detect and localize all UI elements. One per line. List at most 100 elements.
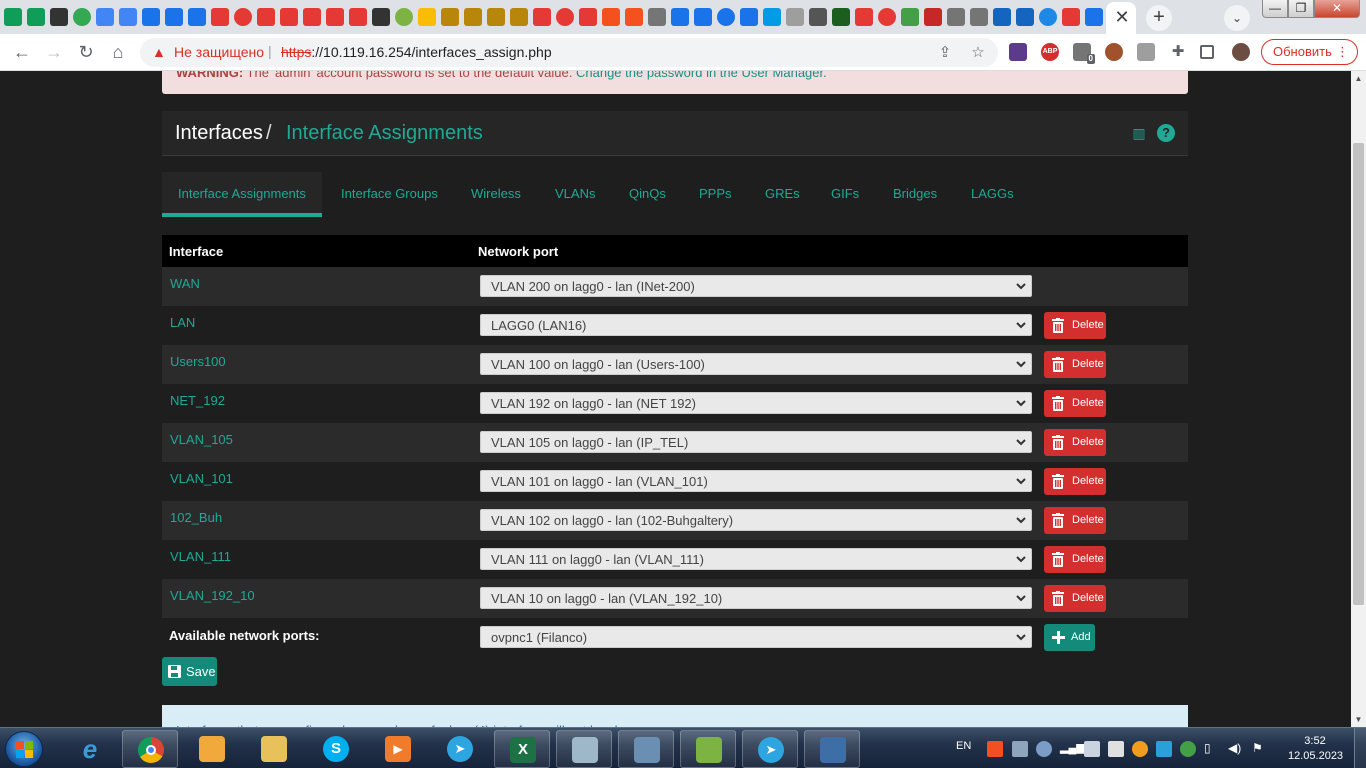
interface-link[interactable]: Users100 xyxy=(170,354,226,369)
start-button[interactable] xyxy=(5,731,43,767)
extension-icon-1[interactable] xyxy=(1009,43,1027,61)
insecure-label[interactable]: Не защищено xyxy=(174,44,264,60)
taskbar-network-tool[interactable] xyxy=(618,730,674,768)
tab-favicon-icon[interactable] xyxy=(878,8,896,26)
page-scrollbar[interactable]: ▲ ▼ xyxy=(1351,71,1366,727)
home-icon[interactable]: ⌂ xyxy=(106,40,130,64)
tab-favicon-icon[interactable] xyxy=(188,8,206,26)
tray-icon-globe[interactable] xyxy=(1036,741,1052,757)
tab-gifs[interactable]: GIFs xyxy=(831,172,859,217)
tab-favicon-icon[interactable] xyxy=(50,8,68,26)
taskbar-media-player[interactable]: ▶ xyxy=(370,730,426,768)
tab-favicon-icon[interactable] xyxy=(372,8,390,26)
tray-icon-network[interactable] xyxy=(1156,741,1172,757)
show-desktop-button[interactable] xyxy=(1354,728,1366,768)
tab-favicon-icon[interactable] xyxy=(786,8,804,26)
tab-favicon-icon[interactable] xyxy=(349,8,367,26)
signal-icon[interactable]: ▂▄▆ xyxy=(1060,741,1085,757)
tab-favicon-icon[interactable] xyxy=(809,8,827,26)
tab-favicon-icon[interactable] xyxy=(993,8,1011,26)
interface-link[interactable]: LAN xyxy=(170,315,195,330)
tray-icon-apps[interactable] xyxy=(987,741,1003,757)
taskbar-chrome[interactable] xyxy=(122,730,178,768)
tab-favicon-icon[interactable] xyxy=(441,8,459,26)
action-center-flag-icon[interactable]: ⚑ xyxy=(1252,741,1268,757)
tab-vlans[interactable]: VLANs xyxy=(555,172,595,217)
scroll-up-arrow-icon[interactable]: ▲ xyxy=(1351,71,1366,86)
network-port-select[interactable]: VLAN 100 on lagg0 - lan (Users-100) xyxy=(480,353,1032,375)
network-port-select[interactable]: VLAN 102 on lagg0 - lan (102-Buhgaltery) xyxy=(480,509,1032,531)
tab-qinqs[interactable]: QinQs xyxy=(629,172,666,217)
tab-favicon-icon[interactable] xyxy=(924,8,942,26)
interface-link[interactable]: VLAN_105 xyxy=(170,432,233,447)
extension-icon-5[interactable] xyxy=(1137,43,1155,61)
tab-favicon-icon[interactable] xyxy=(257,8,275,26)
tray-icon-search[interactable] xyxy=(1084,741,1100,757)
new-tab-button[interactable]: + xyxy=(1146,5,1172,31)
extension-icon-4[interactable] xyxy=(1105,43,1123,61)
taskbar-search-tool[interactable] xyxy=(556,730,612,768)
tab-favicon-icon[interactable] xyxy=(579,8,597,26)
tab-favicon-icon[interactable] xyxy=(1039,8,1057,26)
tab-favicon-icon[interactable] xyxy=(625,8,643,26)
network-port-select[interactable]: VLAN 111 on lagg0 - lan (VLAN_111) xyxy=(480,548,1032,570)
tab-favicon-icon[interactable] xyxy=(855,8,873,26)
forward-arrow-icon[interactable]: → xyxy=(42,40,66,64)
tab-favicon-icon[interactable] xyxy=(487,8,505,26)
adblock-plus-icon[interactable]: ABP xyxy=(1041,43,1059,61)
system-clock[interactable]: 3:52 12.05.2023 xyxy=(1288,734,1343,764)
tab-favicon-icon[interactable] xyxy=(395,8,413,26)
tab-laggs[interactable]: LAGGs xyxy=(971,172,1014,217)
tab-favicon-icon[interactable] xyxy=(4,8,22,26)
tab-favicon-icon[interactable] xyxy=(1062,8,1080,26)
scroll-thumb[interactable] xyxy=(1353,143,1364,605)
delete-button[interactable]: Delete xyxy=(1044,468,1106,495)
tab-close-icon[interactable]: ✕ xyxy=(1112,6,1132,28)
interface-link[interactable]: 102_Buh xyxy=(170,510,222,525)
interface-link[interactable]: NET_192 xyxy=(170,393,225,408)
tab-favicon-icon[interactable] xyxy=(211,8,229,26)
extensions-puzzle-icon[interactable]: ✚ xyxy=(1169,43,1187,61)
update-browser-button[interactable]: Обновить ⋮ xyxy=(1261,39,1358,65)
taskbar-telegram-window[interactable]: ➤ xyxy=(742,730,798,768)
tab-favicon-icon[interactable] xyxy=(27,8,45,26)
taskbar-vmware[interactable] xyxy=(680,730,736,768)
share-icon[interactable]: ⇪ xyxy=(935,43,955,63)
tab-favicon-icon[interactable] xyxy=(832,8,850,26)
tray-icon-orange[interactable] xyxy=(1132,741,1148,757)
tab-favicon-icon[interactable] xyxy=(1016,8,1034,26)
tab-favicon-icon[interactable] xyxy=(717,8,735,26)
interface-link[interactable]: WAN xyxy=(170,276,200,291)
taskbar-excel[interactable]: X xyxy=(494,730,550,768)
window-maximize-button[interactable]: ❐ xyxy=(1288,0,1314,18)
delete-button[interactable]: Delete xyxy=(1044,585,1106,612)
tab-interface-assignments[interactable]: Interface Assignments xyxy=(162,172,322,217)
tab-favicon-icon[interactable] xyxy=(303,8,321,26)
interface-link[interactable]: VLAN_192_10 xyxy=(170,588,255,603)
tray-icon-printer[interactable] xyxy=(1108,741,1124,757)
bar-chart-icon[interactable]: ▥ xyxy=(1130,124,1148,142)
tab-favicon-icon[interactable] xyxy=(602,8,620,26)
network-port-select[interactable]: VLAN 101 on lagg0 - lan (VLAN_101) xyxy=(480,470,1032,492)
network-port-select[interactable]: VLAN 10 on lagg0 - lan (VLAN_192_10) xyxy=(480,587,1032,609)
network-port-select[interactable]: VLAN 105 on lagg0 - lan (IP_TEL) xyxy=(480,431,1032,453)
delete-button[interactable]: Delete xyxy=(1044,507,1106,534)
delete-button[interactable]: Delete xyxy=(1044,390,1106,417)
side-panel-icon[interactable] xyxy=(1200,45,1214,59)
tab-favicon-icon[interactable] xyxy=(947,8,965,26)
user-manager-link[interactable]: Change the password in the User Manager. xyxy=(576,71,827,80)
tray-icon-monitor[interactable] xyxy=(1012,741,1028,757)
tab-favicon-icon[interactable] xyxy=(740,8,758,26)
tab-interface-groups[interactable]: Interface Groups xyxy=(341,172,438,217)
tab-favicon-icon[interactable] xyxy=(970,8,988,26)
network-port-select[interactable]: LAGG0 (LAN16) xyxy=(480,314,1032,336)
delete-button[interactable]: Delete xyxy=(1044,429,1106,456)
network-port-select[interactable]: VLAN 192 on lagg0 - lan (NET 192) xyxy=(480,392,1032,414)
tab-wireless[interactable]: Wireless xyxy=(471,172,521,217)
breadcrumb-current[interactable]: Interface Assignments xyxy=(286,122,483,145)
delete-button[interactable]: Delete xyxy=(1044,546,1106,573)
tab-favicon-icon[interactable] xyxy=(142,8,160,26)
window-close-button[interactable]: ✕ xyxy=(1314,0,1360,18)
tab-search-button[interactable]: ⌄ xyxy=(1224,5,1250,31)
tab-favicon-icon[interactable] xyxy=(464,8,482,26)
